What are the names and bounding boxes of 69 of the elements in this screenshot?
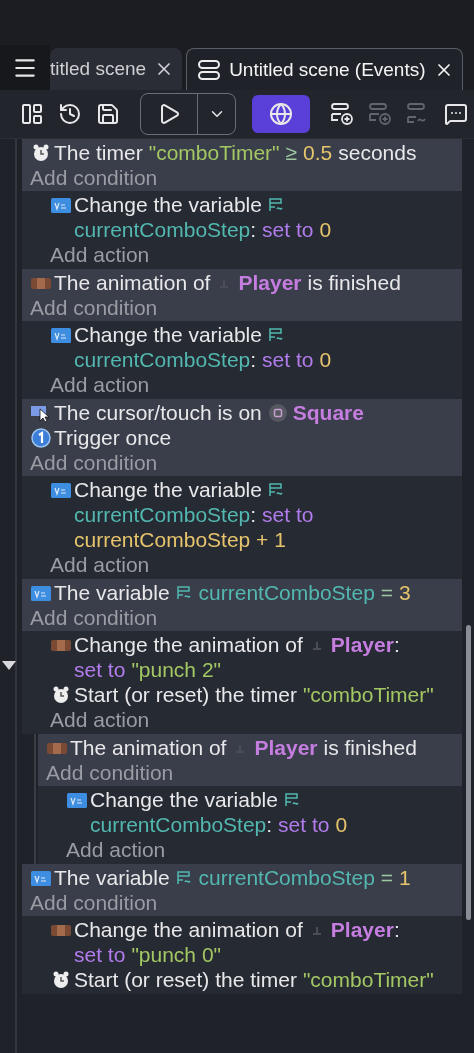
action-text: set to [262, 347, 314, 372]
action-text: currentComboStep [74, 502, 251, 527]
condition-text: 0.5 [303, 140, 333, 165]
action-text: "punch 0" [131, 942, 221, 967]
action-text: set to [262, 217, 314, 242]
add-action-link[interactable]: Add action [50, 372, 150, 397]
condition-text: seconds [338, 140, 417, 165]
condition-text: "comboTimer" [148, 140, 280, 165]
condition-text: is finished [323, 735, 417, 760]
action-text: Player [330, 917, 394, 942]
condition-text: Player [254, 735, 318, 760]
action-text: Change the variable [90, 787, 278, 812]
condition-text: Player [238, 270, 302, 295]
action-text: currentComboStep + 1 [74, 527, 286, 552]
action-text: set to [74, 657, 126, 682]
tab[interactable]: Untitled scene (Events) [186, 48, 463, 90]
action-text: Change the animation of [74, 917, 303, 942]
action-text: "comboTimer" [302, 967, 434, 992]
action-text: "punch 2" [131, 657, 221, 682]
action-text: currentComboStep [90, 812, 267, 837]
tab[interactable]: titled scene [50, 48, 183, 90]
action-text: Change the variable [74, 192, 262, 217]
action-text: : [393, 917, 400, 942]
condition-text: ≥ [285, 140, 298, 165]
condition-text: The cursor/touch is on [54, 400, 262, 425]
add-action-link[interactable]: Add action [66, 837, 166, 862]
action-text: Start (or reset) the timer [74, 682, 297, 707]
action-text: : [250, 347, 257, 372]
condition-text: currentComboStep [198, 865, 375, 890]
add-condition-link[interactable]: Add condition [30, 295, 158, 320]
add-condition-link[interactable]: Add condition [30, 450, 158, 475]
action-text: Player [330, 632, 394, 657]
condition-text: currentComboStep [198, 580, 375, 605]
action-text: "comboTimer" [302, 682, 434, 707]
add-condition-link[interactable]: Add condition [30, 165, 158, 190]
action-text: currentComboStep [74, 347, 251, 372]
condition-text: = [380, 865, 394, 890]
action-text: Change the variable [74, 322, 262, 347]
action-text: Change the animation of [74, 632, 303, 657]
condition-text: Square [292, 400, 364, 425]
add-action-link[interactable]: Add action [50, 707, 150, 732]
action-text: : [250, 502, 257, 527]
condition-text: Trigger once [54, 425, 172, 450]
condition-text: The variable [54, 580, 170, 605]
condition-text: 3 [399, 580, 411, 605]
action-text: : [250, 217, 257, 242]
add-action-link[interactable]: Add action [50, 242, 150, 267]
condition-text: = [380, 580, 394, 605]
action-text: Start (or reset) the timer [74, 967, 297, 992]
action-text: currentComboStep [74, 217, 251, 242]
condition-text: The animation of [70, 735, 227, 760]
condition-text: The timer [54, 140, 143, 165]
action-text: set to [262, 502, 314, 527]
add-action-link[interactable]: Add action [50, 552, 150, 577]
action-text: set to [74, 942, 126, 967]
add-condition-link[interactable]: Add condition [30, 890, 158, 915]
action-text: 0 [319, 217, 332, 242]
action-text: Change the variable [74, 477, 262, 502]
condition-text: is finished [307, 270, 401, 295]
add-condition-link[interactable]: Add condition [30, 605, 158, 630]
condition-text: The animation of [54, 270, 211, 295]
condition-text: 1 [399, 865, 411, 890]
action-text: : [393, 632, 400, 657]
action-text: 0 [319, 347, 332, 372]
action-text: 0 [335, 812, 348, 837]
action-text: : [266, 812, 273, 837]
action-text: set to [278, 812, 330, 837]
add-condition-link[interactable]: Add condition [46, 760, 174, 785]
condition-text: The variable [54, 865, 170, 890]
